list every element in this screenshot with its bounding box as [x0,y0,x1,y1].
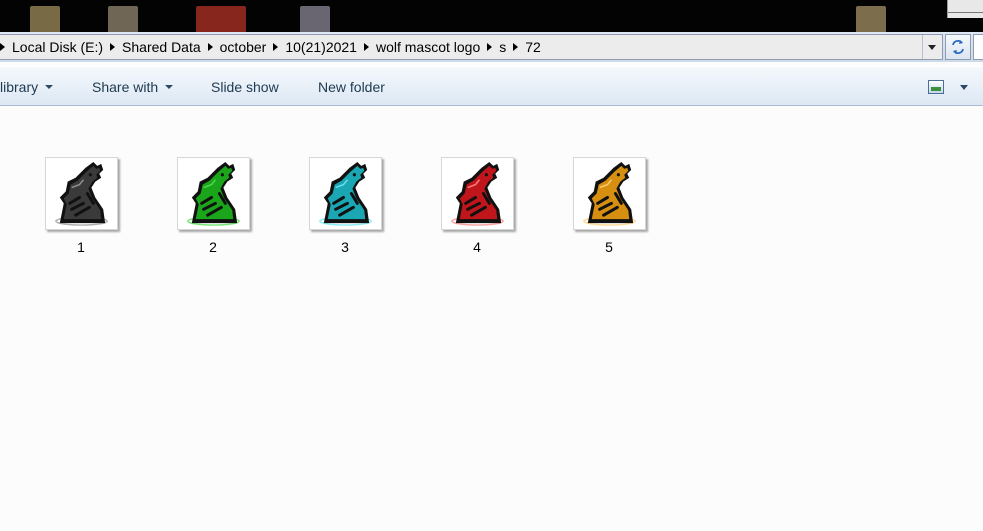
breadcrumb-arrow[interactable] [108,35,117,59]
breadcrumb-label: 72 [525,39,541,55]
view-options-dropdown[interactable] [960,85,968,90]
chevron-down-icon [927,44,936,50]
breadcrumb-label: october [219,39,267,55]
file-item[interactable]: 3 [304,157,382,267]
breadcrumb-arrow[interactable] [271,35,280,59]
chevron-right-icon [110,43,116,51]
chevron-right-icon [0,43,5,51]
change-view-icon[interactable] [928,80,944,94]
breadcrumb-arrow[interactable] [206,35,215,59]
chevron-right-icon [273,43,279,51]
wolf-mascot-icon [319,161,372,226]
file-item[interactable]: 1 [40,157,118,267]
address-history-dropdown[interactable] [922,35,940,59]
chevron-down-icon [45,85,54,89]
address-bar[interactable]: Local Disk (E:) Shared Data october 10(2… [0,34,943,60]
new-folder-button[interactable]: New folder [318,67,385,107]
breadcrumb-item[interactable]: 72 [525,35,541,59]
chevron-right-icon [513,43,519,51]
breadcrumb-arrow[interactable] [362,35,371,59]
desktop-icon[interactable] [856,6,886,34]
breadcrumb-arrow[interactable] [485,35,494,59]
refresh-icon [952,40,964,54]
file-item[interactable]: 2 [172,157,250,267]
desktop-icon[interactable] [30,6,60,34]
slide-show-label: Slide show [211,79,279,95]
share-with-button[interactable]: Share with [92,67,174,107]
wolf-mascot-icon [451,161,504,226]
desktop-icon[interactable] [196,6,246,34]
file-name: 1 [77,239,85,255]
window-control-edge[interactable] [947,0,983,18]
file-item[interactable]: 4 [436,157,514,267]
breadcrumb-item[interactable]: Local Disk (E:) [12,35,103,59]
chevron-right-icon [363,43,369,51]
address-bar-row: Local Disk (E:) Shared Data october 10(2… [0,32,983,62]
wolf-mascot-image [177,157,250,230]
wolf-mascot-image [309,157,382,230]
breadcrumb-item[interactable]: s [499,35,506,59]
desktop-background-strip [0,0,983,36]
wolf-mascot-icon [583,161,636,226]
share-with-label: Share with [92,79,159,95]
command-bar: library Share with Slide show New folder [0,66,983,106]
breadcrumb-label: s [499,39,507,55]
file-name: 5 [605,239,613,255]
chevron-right-icon [487,43,493,51]
breadcrumb-item[interactable]: wolf mascot logo [376,35,480,59]
refresh-button[interactable] [945,34,971,60]
breadcrumb-item[interactable]: Shared Data [122,35,201,59]
wolf-mascot-icon [55,161,108,226]
file-name: 2 [209,239,217,255]
file-item[interactable]: 5 [568,157,646,267]
breadcrumb-label: Shared Data [122,39,201,55]
include-in-library-button[interactable]: library [0,67,54,107]
breadcrumb-item[interactable]: 10(21)2021 [285,35,357,59]
wolf-mascot-image [573,157,646,230]
breadcrumb-item[interactable]: october [220,35,267,59]
breadcrumb-arrow[interactable] [511,35,520,59]
search-box-edge[interactable] [973,34,983,60]
wolf-mascot-image [45,157,118,230]
breadcrumb-arrow[interactable] [0,35,7,59]
chevron-down-icon [165,85,174,89]
file-name: 3 [341,239,349,255]
breadcrumb-label: Local Disk (E:) [12,39,104,55]
desktop-icon[interactable] [108,6,138,34]
slide-show-button[interactable]: Slide show [211,67,279,107]
new-folder-label: New folder [318,79,385,95]
file-name: 4 [473,239,481,255]
wolf-mascot-icon [187,161,240,226]
breadcrumb-label: 10(21)2021 [285,39,357,55]
desktop-icon[interactable] [300,6,330,34]
breadcrumb-label: wolf mascot logo [375,39,481,55]
chevron-right-icon [207,43,213,51]
file-list: 1 2 3 4 5 [0,107,983,531]
include-in-library-label: library [0,79,39,95]
wolf-mascot-image [441,157,514,230]
chevron-down-icon [960,85,968,90]
